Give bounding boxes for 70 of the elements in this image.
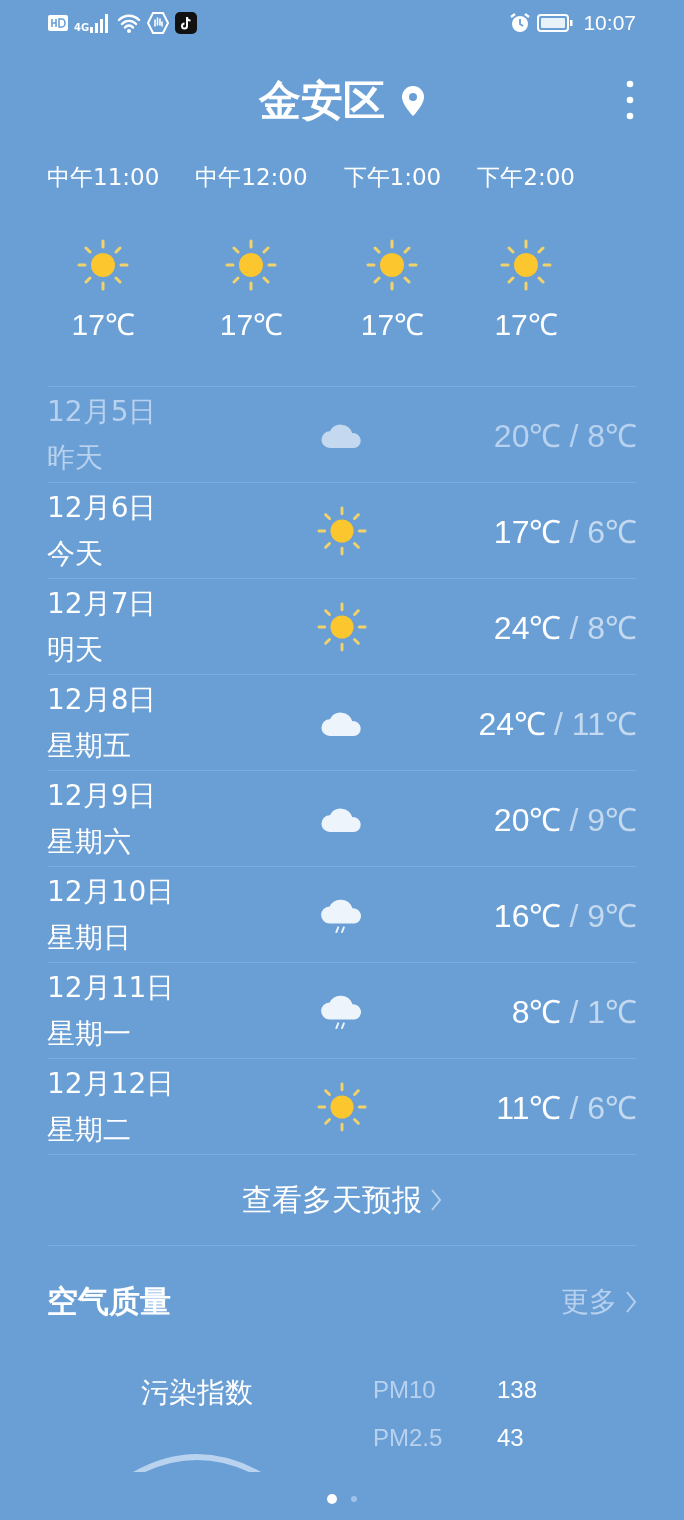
weekday-label: 昨天 <box>47 439 104 476</box>
pollutant-value: 138 <box>497 1376 538 1404</box>
city-title: 金安区 <box>259 75 385 127</box>
high-temperature: 20℃ <box>493 802 562 838</box>
hour-temperature: 17℃ <box>494 307 558 343</box>
sun-icon <box>317 1081 367 1132</box>
high-temperature: 17℃ <box>493 514 562 550</box>
weekday-label: 星期六 <box>47 823 132 860</box>
page-dot[interactable] <box>327 1494 337 1504</box>
date-label: 12月8日 <box>47 681 158 718</box>
sun-icon <box>225 239 278 291</box>
index-label: 污染指数 <box>141 1375 253 1411</box>
low-temperature: / 9℃ <box>569 802 637 838</box>
low-temperature: / 6℃ <box>569 1090 637 1126</box>
high-temperature: 24℃ <box>493 610 562 646</box>
high-temperature: 20℃ <box>493 418 562 454</box>
hour-label: 下午2:00 <box>477 163 575 192</box>
hour-label: 下午1:00 <box>343 163 442 192</box>
hour-temperature: 17℃ <box>360 307 425 343</box>
alarm-icon <box>509 12 532 34</box>
sun-icon <box>500 239 553 291</box>
high-temperature: 11℃ <box>496 1090 562 1126</box>
hour-temperature: 17℃ <box>71 307 135 343</box>
battery-icon <box>537 13 574 33</box>
sun-icon <box>317 601 367 652</box>
app-icon <box>175 12 198 34</box>
section-title: 空气质量 <box>47 1282 171 1321</box>
low-temperature: / 8℃ <box>569 610 637 646</box>
pollutant-value: 43 <box>497 1424 524 1452</box>
date-label: 12月5日 <box>47 393 158 430</box>
date-label: 12月9日 <box>47 777 158 814</box>
low-temperature: / 6℃ <box>569 514 637 550</box>
weekday-label: 星期五 <box>47 727 132 764</box>
date-label: 12月10日 <box>47 873 176 910</box>
clock-time: 10:07 <box>583 11 636 35</box>
chevron-icon <box>430 1188 442 1212</box>
hand-icon <box>147 12 170 34</box>
low-temperature: / 1℃ <box>569 994 637 1030</box>
high-temperature: 24℃ <box>478 706 546 742</box>
high-temperature: 8℃ <box>511 994 562 1030</box>
sun-icon <box>317 505 367 556</box>
hour-temperature: 17℃ <box>219 307 284 343</box>
hd-icon <box>48 14 68 32</box>
weekday-label: 今天 <box>47 535 104 572</box>
hour-label: 中午12:00 <box>195 163 308 192</box>
pollutant-name: PM10 <box>373 1376 437 1404</box>
low-temperature: / 11℃ <box>554 706 637 742</box>
page-dot[interactable] <box>351 1496 357 1502</box>
hour-label: 中午11:00 <box>47 163 160 192</box>
wifi-icon <box>117 13 142 33</box>
weekday-label: 明天 <box>47 631 104 668</box>
chevron-icon <box>625 1290 637 1314</box>
more-link[interactable]: 更多 <box>561 1283 637 1321</box>
date-label: 12月6日 <box>47 489 158 526</box>
high-temperature: 16℃ <box>493 898 562 934</box>
weekday-label: 星期一 <box>47 1015 132 1052</box>
date-label: 12月7日 <box>47 585 158 622</box>
location-pin-icon <box>401 85 425 117</box>
network-label: 4G <box>74 22 90 33</box>
sun-icon <box>77 239 130 291</box>
date-label: 12月11日 <box>47 969 176 1006</box>
weekday-label: 星期日 <box>47 919 132 956</box>
weekday-label: 星期二 <box>47 1111 132 1148</box>
more-forecast-link[interactable]: 查看多天预报 <box>47 1155 637 1246</box>
sun-icon <box>366 239 419 291</box>
pollutant-name: PM2.5 <box>373 1424 444 1452</box>
more-menu-icon[interactable] <box>626 80 634 120</box>
low-temperature: / 9℃ <box>569 898 637 934</box>
date-label: 12月12日 <box>47 1065 176 1102</box>
low-temperature: / 8℃ <box>569 418 637 454</box>
